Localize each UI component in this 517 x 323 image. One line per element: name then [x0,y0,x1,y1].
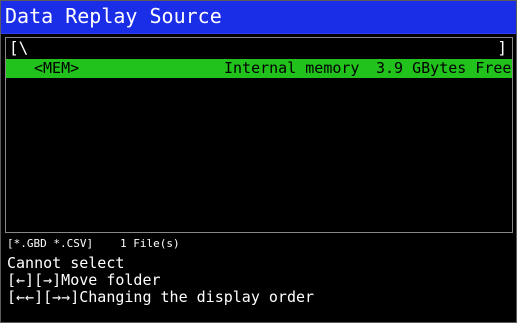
status-bar: [*.GBD *.CSV] 1 File(s) [7,237,507,251]
title-bar: Data Replay Source [1,1,516,34]
file-count: 1 File(s) [120,237,180,250]
file-name: <MEM> [34,59,80,77]
path-open: [\ [9,38,29,57]
help-line-display-order: [←←][→→]Changing the display order [7,288,315,306]
help-line-move-folder: [←][→]Move folder [7,271,161,289]
file-filter: [*.GBD *.CSV] [7,237,94,250]
file-row-internal-memory[interactable]: <MEM> Internal memory 3.9 GBytes Free [6,59,512,78]
path-close: ] [497,38,507,57]
file-list-panel[interactable]: [\ ] <MEM> Internal memory 3.9 GBytes Fr… [5,37,513,233]
help-line-status: Cannot select [7,254,125,272]
current-path: [\ ] [6,38,512,58]
data-replay-source-screen: Data Replay Source [\ ] <MEM> Internal m… [0,0,517,323]
file-free-space: 3.9 GBytes Free [376,59,512,77]
window-title: Data Replay Source [5,4,222,28]
file-description: Internal memory [224,59,360,77]
help-text: Cannot select [←][→]Move folder [←←][→→]… [7,255,512,306]
